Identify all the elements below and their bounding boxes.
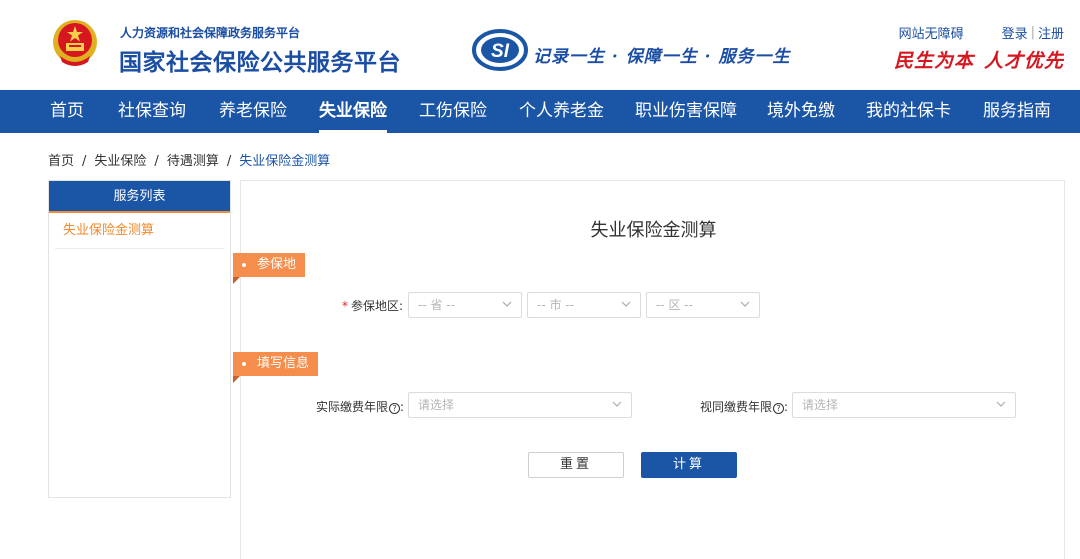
nav-item-my-social-security-card[interactable]: 我的社保卡 <box>866 90 951 133</box>
breadcrumb-separator: / <box>154 154 159 169</box>
nav-item-home[interactable]: 首页 <box>50 90 84 133</box>
link-separator: | <box>1030 25 1035 40</box>
deemed-years-label: 视同缴费年限?: <box>700 398 788 415</box>
calculator-panel: 失业保险金测算 <box>240 180 1065 559</box>
accessibility-link[interactable]: 网站无障碍 <box>899 23 964 42</box>
nav-item-service-guide[interactable]: 服务指南 <box>983 90 1051 133</box>
actual-years-placeholder: 请选择 <box>418 398 455 412</box>
district-select-placeholder: -- 区 -- <box>656 298 693 312</box>
breadcrumb-unemployment[interactable]: 失业保险 <box>94 154 146 169</box>
sidebar-item-unemployment-benefit-calc[interactable]: 失业保险金测算 <box>55 213 224 249</box>
chevron-down-icon <box>740 301 750 307</box>
section-tag-fill-info: 填写信息 <box>233 352 319 383</box>
platform-title: 国家社会保险公共服务平台 <box>119 50 401 76</box>
section-tag-insured-location: 参保地 <box>233 253 306 284</box>
insured-region-label: * 参保地区: <box>342 297 403 314</box>
calculate-button[interactable]: 计算 <box>641 452 737 478</box>
top-links: 网站无障碍 登录 | 注册 <box>899 23 1064 42</box>
chevron-down-icon <box>502 301 512 307</box>
label-colon: : <box>400 400 405 414</box>
nav-item-social-security-query[interactable]: 社保查询 <box>118 90 186 133</box>
chevron-down-icon <box>996 401 1006 407</box>
province-select[interactable]: -- 省 -- <box>408 292 522 318</box>
nav-item-overseas-exemption[interactable]: 境外免缴 <box>767 90 835 133</box>
deemed-years-placeholder: 请选择 <box>802 398 839 412</box>
nav-item-personal-pension[interactable]: 个人养老金 <box>519 90 604 133</box>
actual-years-label-text: 实际缴费年限 <box>316 400 389 414</box>
insured-region-label-text: 参保地区: <box>351 299 404 313</box>
page-title: 失业保险金测算 <box>590 220 717 241</box>
motto: 民生为本 人才优先 <box>894 46 1064 73</box>
deemed-contribution-years-select[interactable]: 请选择 <box>792 392 1016 418</box>
help-icon[interactable]: ? <box>389 403 401 414</box>
nav-item-unemployment-insurance[interactable]: 失业保险 <box>319 90 387 133</box>
sidebar-title: 服务列表 <box>49 181 230 213</box>
chevron-down-icon <box>612 401 622 407</box>
province-select-placeholder: -- 省 -- <box>418 298 455 312</box>
login-link[interactable]: 登录 <box>1002 23 1028 42</box>
breadcrumb: 首页 / 失业保险 / 待遇测算 / 失业保险金测算 <box>48 150 330 169</box>
deemed-years-label-text: 视同缴费年限 <box>700 400 773 414</box>
motto-left: 民生为本 <box>893 50 974 72</box>
required-mark: * <box>342 299 348 313</box>
site-header: 人力资源和社会保障政务服务平台 国家社会保险公共服务平台 SI 记录一生 · 保… <box>0 0 1080 90</box>
si-logo-text: SI <box>491 41 510 62</box>
breadcrumb-benefit-calc[interactable]: 待遇测算 <box>167 154 219 169</box>
city-select-placeholder: -- 市 -- <box>537 298 574 312</box>
chevron-down-icon <box>621 301 631 307</box>
main-nav: 首页 社保查询 养老保险 失业保险 工伤保险 个人养老金 职业伤害保障 境外免缴… <box>0 90 1080 133</box>
nav-item-occupational-injury[interactable]: 职业伤害保障 <box>635 90 737 133</box>
nav-item-pension-insurance[interactable]: 养老保险 <box>219 90 287 133</box>
service-list-sidebar: 服务列表 失业保险金测算 <box>48 180 231 498</box>
breadcrumb-separator: / <box>226 154 232 169</box>
district-select[interactable]: -- 区 -- <box>646 292 760 318</box>
platform-subtitle: 人力资源和社会保障政务服务平台 <box>120 26 301 40</box>
help-icon[interactable]: ? <box>773 403 785 414</box>
actual-contribution-years-select[interactable]: 请选择 <box>408 392 632 418</box>
city-select[interactable]: -- 市 -- <box>527 292 641 318</box>
reset-button[interactable]: 重置 <box>528 452 624 478</box>
breadcrumb-current: 失业保险金测算 <box>239 154 331 169</box>
breadcrumb-home[interactable]: 首页 <box>48 154 74 169</box>
breadcrumb-separator: / <box>82 154 87 169</box>
motto-right: 人才优先 <box>983 50 1064 72</box>
social-insurance-logo-icon: SI <box>472 29 528 71</box>
label-colon: : <box>784 400 789 414</box>
actual-years-label: 实际缴费年限?: <box>316 398 404 415</box>
national-emblem-icon <box>53 20 97 66</box>
nav-item-work-injury-insurance[interactable]: 工伤保险 <box>419 90 487 133</box>
slogan: 记录一生 · 保障一生 · 服务一生 <box>533 47 791 67</box>
register-link[interactable]: 注册 <box>1038 23 1064 42</box>
